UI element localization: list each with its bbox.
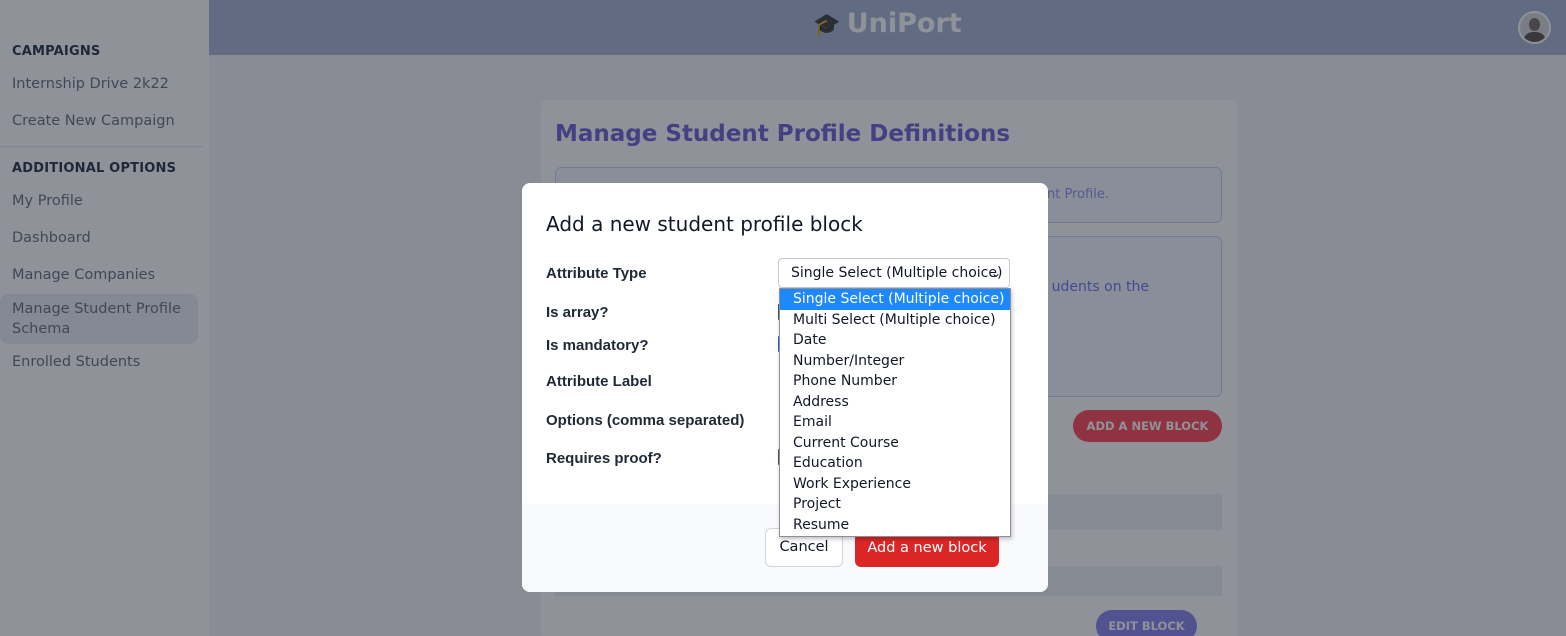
attribute-type-value: Single Select (Multiple choice) [791,265,1003,281]
dropdown-option[interactable]: Education [780,453,1010,474]
chevron-down-icon: ⌄ [990,266,1001,280]
attribute-type-select[interactable]: Single Select (Multiple choice) ⌄ [778,258,1010,288]
dropdown-option[interactable]: Project [780,494,1010,515]
options-label: Options (comma separated) [546,412,745,429]
dropdown-option[interactable]: Number/Integer [780,351,1010,372]
attribute-type-dropdown[interactable]: Single Select (Multiple choice) Multi Se… [779,288,1011,537]
dropdown-option[interactable]: Single Select (Multiple choice) [780,289,1010,310]
attribute-label-label: Attribute Label [546,373,652,390]
dropdown-option[interactable]: Address [780,392,1010,413]
dropdown-option[interactable]: Phone Number [780,371,1010,392]
is-array-label: Is array? [546,304,609,321]
dropdown-option[interactable]: Current Course [780,433,1010,454]
modal-title: Add a new student profile block [546,212,863,236]
dropdown-option[interactable]: Email [780,412,1010,433]
is-mandatory-label: Is mandatory? [546,337,649,354]
requires-proof-label: Requires proof? [546,450,662,467]
dropdown-option[interactable]: Resume [780,515,1010,536]
attribute-type-label: Attribute Type [546,265,647,282]
dropdown-option[interactable]: Date [780,330,1010,351]
dropdown-option[interactable]: Multi Select (Multiple choice) [780,310,1010,331]
dropdown-option[interactable]: Work Experience [780,474,1010,495]
